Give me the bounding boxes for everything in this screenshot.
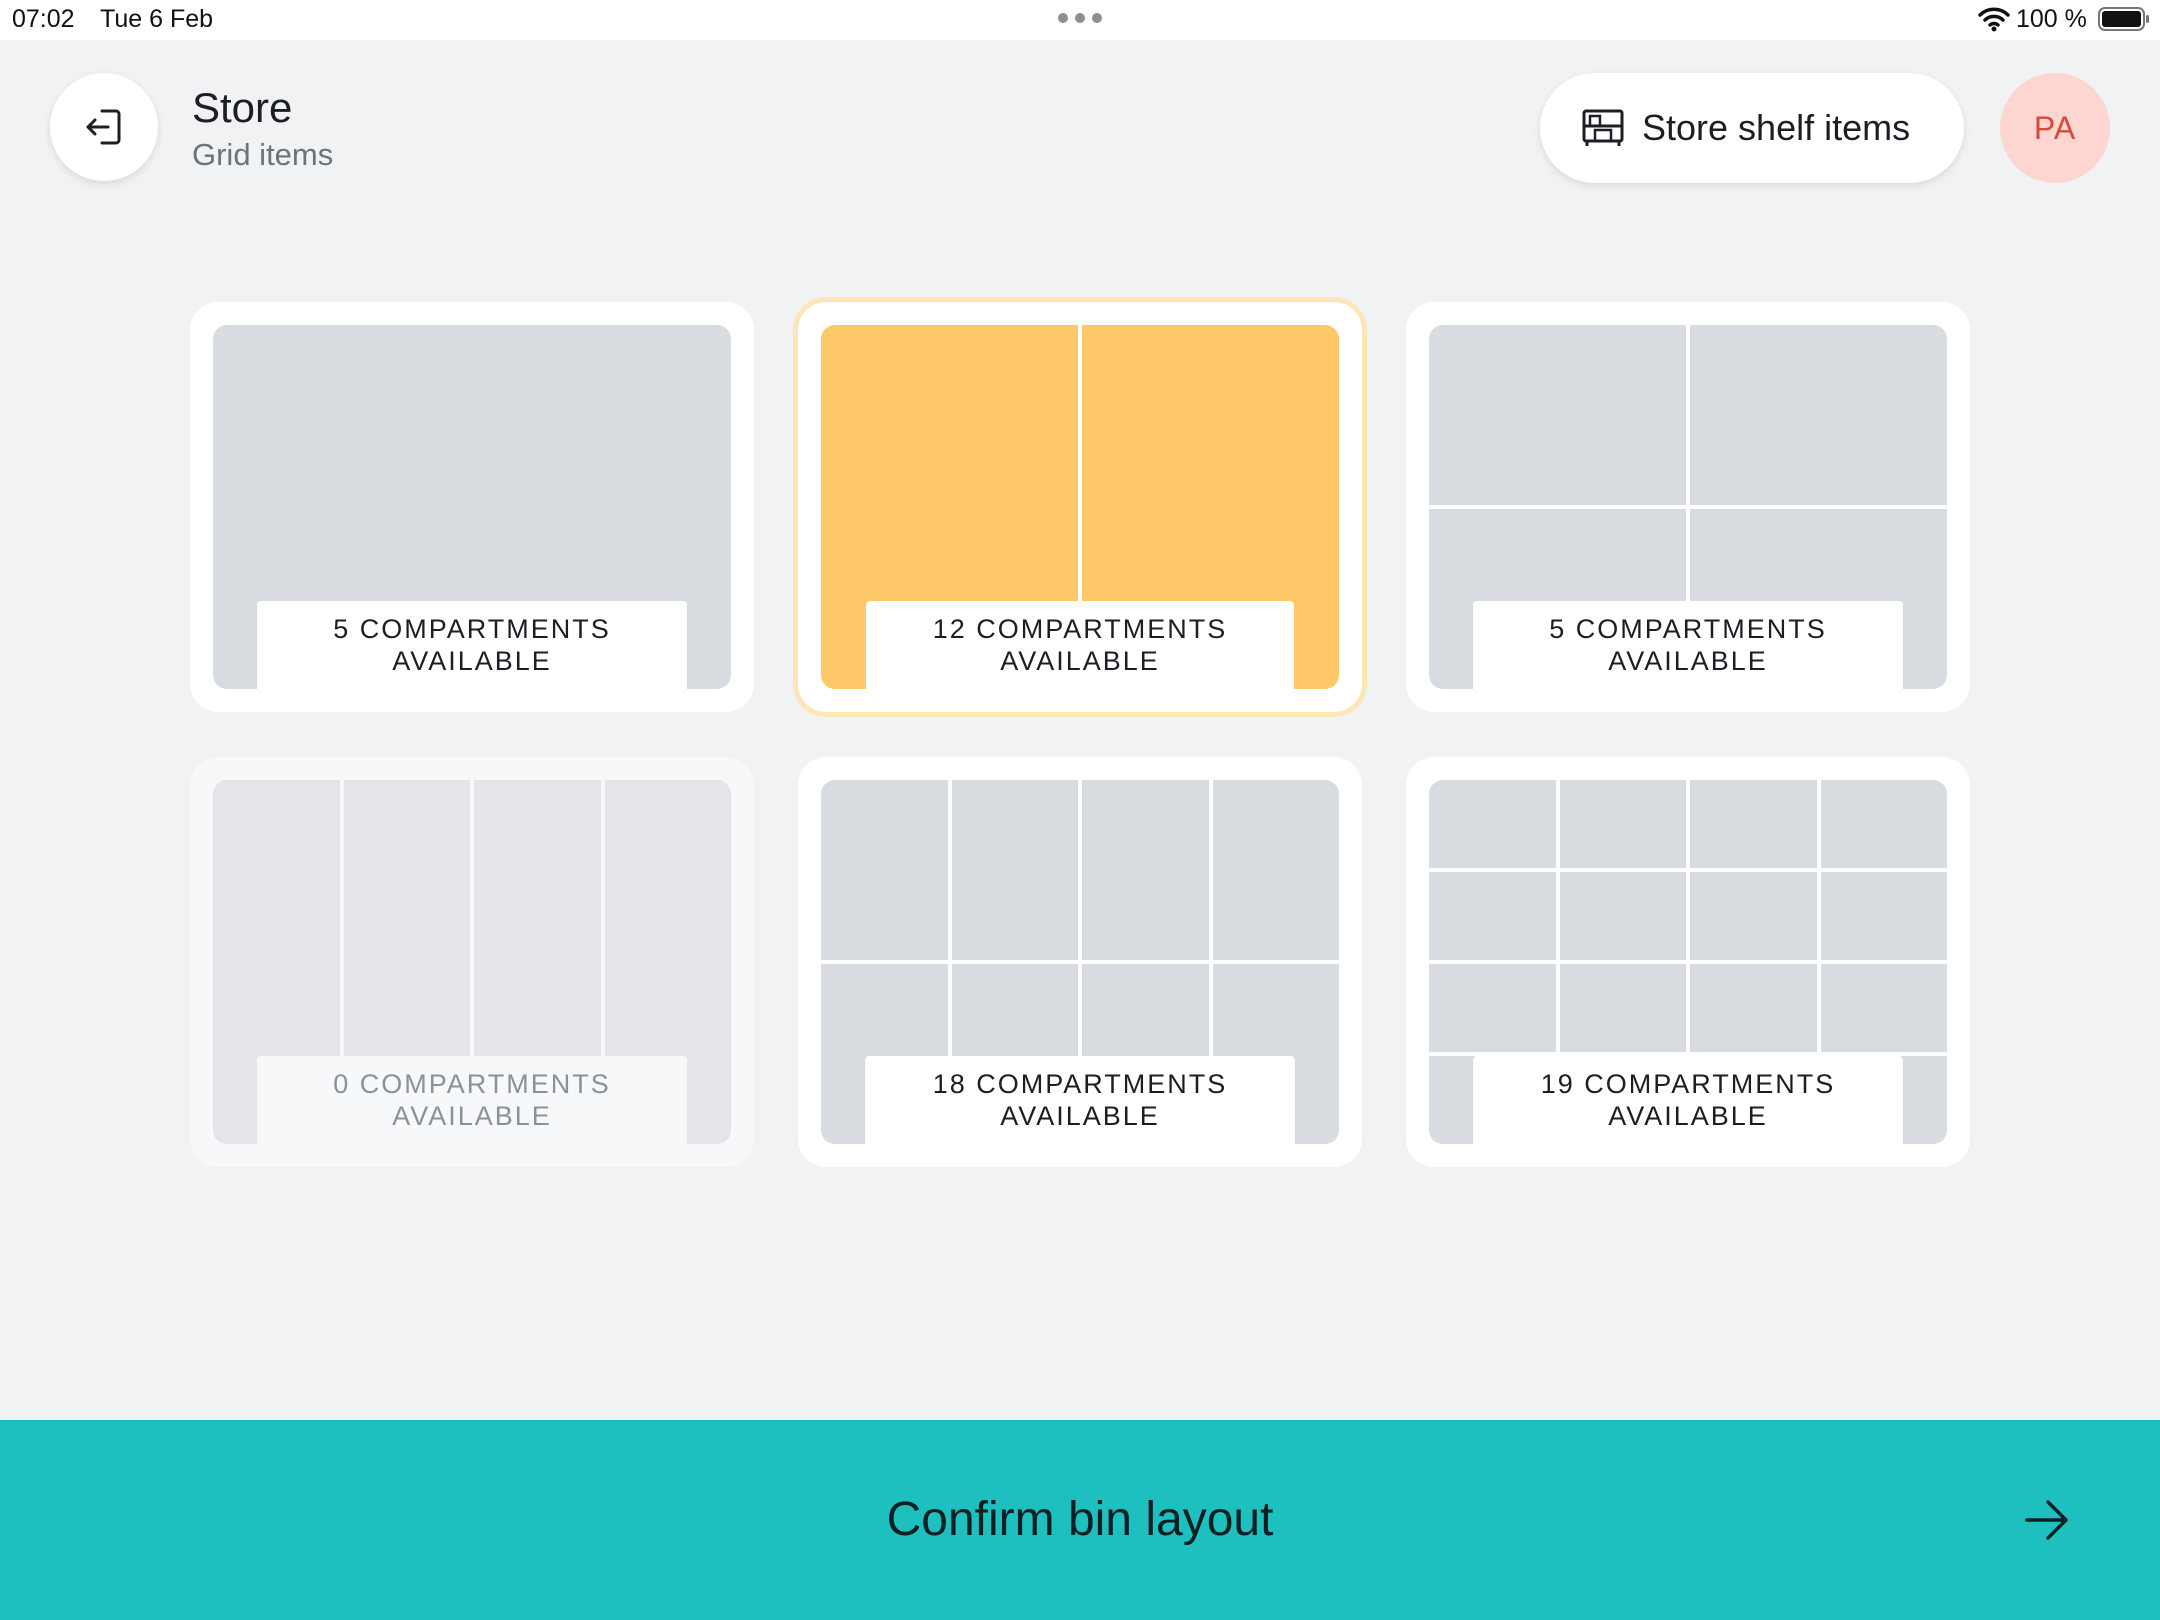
compartments-available-label: 12 COMPARTMENTS AVAILABLE bbox=[866, 601, 1294, 689]
status-time: 07:02 bbox=[12, 5, 75, 33]
back-button[interactable] bbox=[50, 73, 158, 181]
user-avatar[interactable]: PA bbox=[2000, 73, 2110, 183]
compartment-cell bbox=[1690, 325, 1947, 505]
app-screen: 07:02 Tue 6 Feb 100 % Store Grid items S… bbox=[0, 0, 2160, 1620]
available-text: AVAILABLE bbox=[1000, 1101, 1160, 1131]
multitasking-dots-icon[interactable] bbox=[1058, 13, 1102, 25]
compartment-cell bbox=[1212, 780, 1339, 960]
compartment-count: 18 COMPARTMENTS bbox=[932, 1069, 1228, 1099]
available-text: AVAILABLE bbox=[1000, 646, 1160, 676]
compartments-available-label: 18 COMPARTMENTS AVAILABLE bbox=[865, 1056, 1295, 1144]
compartment-count: 0 COMPARTMENTS bbox=[333, 1069, 611, 1099]
wifi-icon bbox=[1978, 7, 2010, 32]
available-text: AVAILABLE bbox=[1608, 646, 1768, 676]
available-text: AVAILABLE bbox=[1608, 1101, 1768, 1131]
confirm-bin-layout-button[interactable]: Confirm bin layout bbox=[0, 1420, 2160, 1620]
logout-arrow-icon bbox=[86, 109, 121, 145]
status-bar: 07:02 Tue 6 Feb 100 % bbox=[0, 0, 2160, 40]
bin-layout-option[interactable]: 12 COMPARTMENTS AVAILABLE bbox=[798, 302, 1362, 712]
compartment-cell bbox=[821, 780, 948, 960]
compartment-count: 12 COMPARTMENTS bbox=[932, 614, 1228, 644]
bin-layout-option[interactable]: 5 COMPARTMENTS AVAILABLE bbox=[190, 302, 754, 712]
shelf-icon bbox=[1582, 109, 1624, 146]
confirm-bin-layout-label: Confirm bin layout bbox=[886, 1493, 1274, 1546]
battery-percentage: 100 % bbox=[2016, 5, 2087, 33]
available-text: AVAILABLE bbox=[392, 646, 552, 676]
compartment-cell bbox=[1559, 872, 1686, 960]
compartment-cell bbox=[1690, 780, 1817, 868]
page-title: Store bbox=[192, 84, 293, 131]
available-text: AVAILABLE bbox=[392, 1101, 552, 1131]
compartment-cell bbox=[1820, 964, 1947, 1052]
store-shelf-items-label: Store shelf items bbox=[1642, 107, 1911, 148]
arrow-right-icon bbox=[2025, 1500, 2068, 1540]
compartment-cell bbox=[1429, 964, 1556, 1052]
page-subtitle: Grid items bbox=[192, 137, 334, 172]
compartment-cell bbox=[1820, 780, 1947, 868]
compartment-cell bbox=[1082, 780, 1209, 960]
bin-layout-option[interactable]: 5 COMPARTMENTS AVAILABLE bbox=[1406, 302, 1970, 712]
battery-icon bbox=[2098, 7, 2149, 31]
store-shelf-items-button[interactable]: Store shelf items bbox=[1540, 73, 1964, 183]
compartment-cell bbox=[1820, 872, 1947, 960]
compartments-available-label: 5 COMPARTMENTS AVAILABLE bbox=[1473, 601, 1903, 689]
status-date: Tue 6 Feb bbox=[100, 5, 214, 33]
compartment-cell bbox=[1429, 325, 1686, 505]
compartment-cell bbox=[1690, 964, 1817, 1052]
compartments-available-label: 19 COMPARTMENTS AVAILABLE bbox=[1473, 1056, 1903, 1144]
compartment-cell bbox=[1429, 780, 1556, 868]
bin-layout-option[interactable]: 19 COMPARTMENTS AVAILABLE bbox=[1406, 757, 1970, 1167]
compartment-cell bbox=[1559, 964, 1686, 1052]
bin-layout-option[interactable]: 18 COMPARTMENTS AVAILABLE bbox=[798, 757, 1362, 1167]
bin-layout-option: 0 COMPARTMENTS AVAILABLE bbox=[190, 757, 754, 1167]
compartment-cell bbox=[1429, 872, 1556, 960]
compartment-count: 5 COMPARTMENTS bbox=[1549, 614, 1827, 644]
compartment-count: 5 COMPARTMENTS bbox=[333, 614, 611, 644]
compartment-cell bbox=[951, 780, 1078, 960]
compartments-available-label: 0 COMPARTMENTS AVAILABLE bbox=[257, 1056, 687, 1144]
compartments-available-label: 5 COMPARTMENTS AVAILABLE bbox=[257, 601, 687, 689]
compartment-cell bbox=[1559, 780, 1686, 868]
compartment-count: 19 COMPARTMENTS bbox=[1540, 1069, 1836, 1099]
compartment-cell bbox=[1690, 872, 1817, 960]
